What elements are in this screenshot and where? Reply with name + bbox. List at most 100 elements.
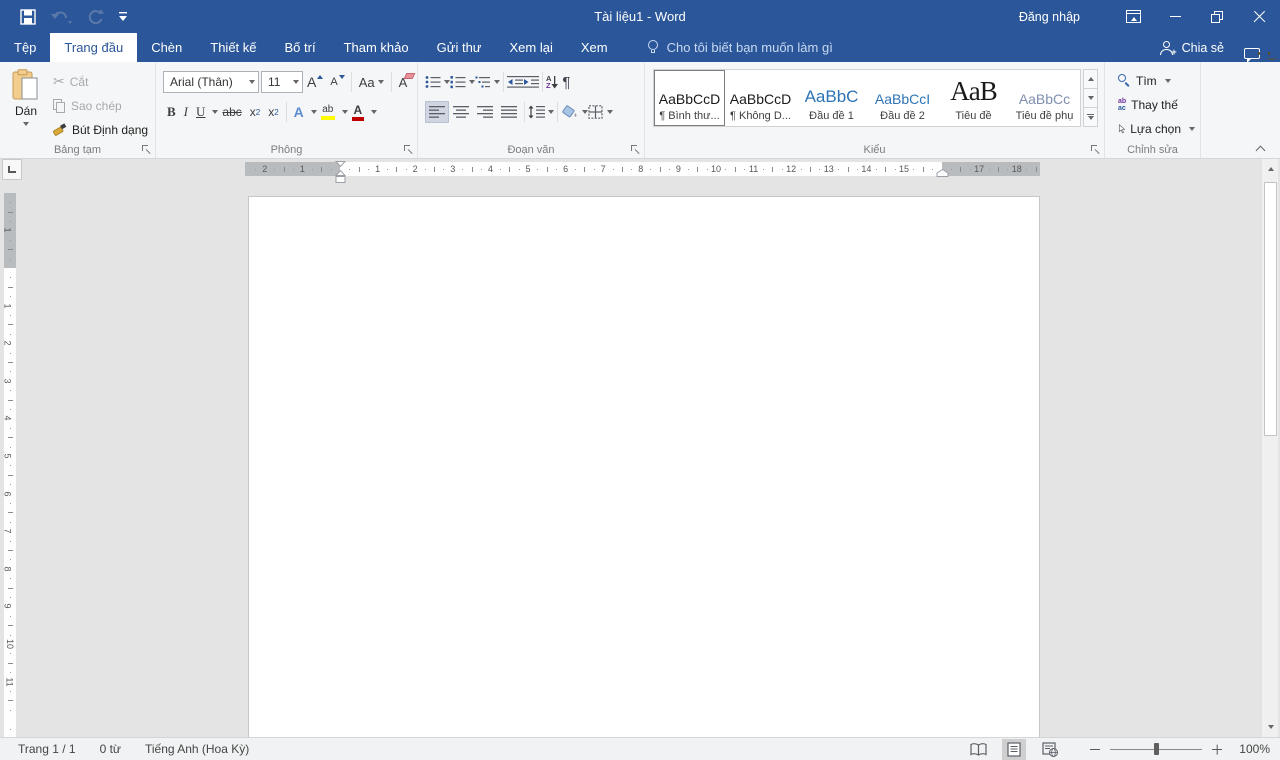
zoom-out-icon[interactable] [1088,740,1102,758]
customize-qat-icon[interactable] [119,12,127,21]
restore-icon[interactable] [1196,0,1238,33]
copy-button[interactable]: Sao chép [50,95,151,116]
word-count[interactable]: 0 từ [100,742,121,756]
decrease-indent-button[interactable] [507,75,523,89]
find-button[interactable]: Tìm [1115,70,1198,91]
ribbon-tab[interactable]: Xem lại [496,33,567,62]
ribbon-display-options-icon[interactable] [1112,0,1154,33]
cut-button[interactable]: ✂ Cắt [50,71,151,92]
style-card[interactable]: AaBbCcD¶ Không D... [725,70,796,126]
minimize-icon[interactable] [1154,0,1196,33]
zoom-in-icon[interactable] [1210,740,1224,758]
font-color-button[interactable]: A [348,101,368,123]
zoom-slider[interactable] [1110,740,1202,758]
style-card[interactable]: AaBbCĐầu đề 1 [796,70,867,126]
text-highlight-button[interactable]: ab [317,101,339,123]
format-painter-button[interactable]: Bút Định dạng [50,119,151,140]
clipboard-dialog-launcher-icon[interactable] [141,144,151,154]
share-button[interactable]: + Chia sẻ [1160,41,1224,55]
scroll-down-icon[interactable] [1263,717,1278,737]
multilevel-list-button[interactable] [475,75,491,89]
ribbon-tab[interactable]: Thiết kế [196,33,270,62]
vertical-ruler[interactable]: 11234567891011 [4,193,16,737]
zoom-level[interactable]: 100% [1228,742,1270,756]
shrink-font-button[interactable]: A [326,71,347,93]
underline-button[interactable]: U [192,101,209,123]
style-card[interactable]: AaBbCcIĐầu đề 2 [867,70,938,126]
clear-formatting-button[interactable]: A [395,71,412,93]
indent-markers[interactable] [334,161,347,184]
styles-gallery-more-icon[interactable] [1083,108,1098,127]
bullets-button[interactable] [425,75,441,89]
change-case-button[interactable]: Aa [355,71,388,93]
borders-button[interactable] [588,105,604,119]
style-card[interactable]: AaBbCcTiêu đề phụ [1009,70,1080,126]
paste-button[interactable]: Dán [2,62,50,142]
line-spacing-caret-icon[interactable] [548,110,554,114]
styles-scroll-down-icon[interactable] [1083,89,1098,108]
ruler-tick [10,729,11,730]
undo-icon[interactable] [51,9,73,24]
italic-button[interactable]: I [180,101,192,123]
shading-button[interactable] [561,105,579,119]
font-size-combobox[interactable]: 11 [261,71,303,93]
grow-font-button[interactable]: A [303,71,326,93]
print-layout-button[interactable] [1002,739,1026,760]
line-spacing-icon [528,105,545,119]
numbering-button[interactable] [450,75,466,89]
style-card[interactable]: AaBbCcD¶ Bình thư... [654,70,725,126]
save-icon[interactable] [20,9,36,25]
tab-stop-selector[interactable] [2,159,22,180]
read-mode-button[interactable] [966,739,990,760]
document-page[interactable] [248,196,1040,737]
superscript-button[interactable]: x2 [264,101,282,123]
styles-gallery-scroll [1083,69,1098,127]
text-effects-button[interactable]: A [290,101,308,123]
line-spacing-button[interactable] [528,105,545,119]
ribbon-tab[interactable]: Chèn [137,33,196,62]
multilevel-list-caret-icon[interactable] [494,80,500,84]
replace-button[interactable]: ab ac Thay thế [1115,94,1198,115]
vertical-scrollbar[interactable] [1261,159,1278,737]
show-formatting-marks-button[interactable]: ¶ [558,71,574,93]
close-icon[interactable] [1238,0,1280,33]
language-indicator[interactable]: Tiếng Anh (Hoa Kỳ) [145,742,249,756]
select-button[interactable]: Lựa chọn [1115,118,1198,139]
ribbon-tab[interactable]: Tham khảo [330,33,423,62]
tell-me-box[interactable]: Cho tôi biết bạn muốn làm gì [648,33,833,62]
page-indicator[interactable]: Trang 1 / 1 [18,742,76,756]
ribbon-tab[interactable]: Bố trí [271,33,330,62]
paragraph-dialog-launcher-icon[interactable] [630,144,640,154]
scrollbar-thumb[interactable] [1264,182,1277,436]
sort-button[interactable]: A Z [546,75,558,90]
horizontal-ruler[interactable]: 211234567891011121314151718 [245,162,1040,176]
ribbon-tab[interactable]: Trang đầu [50,33,137,62]
style-card[interactable]: AaBTiêu đề [938,70,1009,126]
align-right-button[interactable] [473,105,497,119]
strikethrough-button[interactable]: abc [218,101,245,123]
scroll-up-icon[interactable] [1263,159,1278,179]
styles-dialog-launcher-icon[interactable] [1090,144,1100,154]
align-center-button[interactable] [449,105,473,119]
increase-indent-button[interactable] [523,75,539,89]
tab-file[interactable]: Tệp [0,33,50,62]
justify-button[interactable] [497,105,521,119]
right-indent-marker[interactable] [936,169,949,177]
web-layout-button[interactable] [1038,739,1062,760]
ribbon-tab[interactable]: Gửi thư [423,33,496,62]
ruler-tick [10,296,11,297]
align-left-button[interactable] [425,101,449,123]
font-family-combobox[interactable]: Arial (Thân) [163,71,259,93]
collapse-ribbon-icon[interactable] [1257,145,1266,152]
font-dialog-launcher-icon[interactable] [403,144,413,154]
font-color-caret-icon[interactable] [371,110,377,114]
styles-scroll-up-icon[interactable] [1083,69,1098,89]
subscript-button[interactable]: x2 [246,101,264,123]
font-family-value: Arial (Thân) [170,75,233,89]
ribbon-tab[interactable]: Xem [567,33,622,62]
bold-button[interactable]: B [163,101,180,123]
zoom-slider-thumb[interactable] [1154,743,1159,755]
borders-caret-icon[interactable] [607,110,613,114]
sign-in-link[interactable]: Đăng nhập [1019,10,1080,24]
redo-icon[interactable] [88,9,104,25]
